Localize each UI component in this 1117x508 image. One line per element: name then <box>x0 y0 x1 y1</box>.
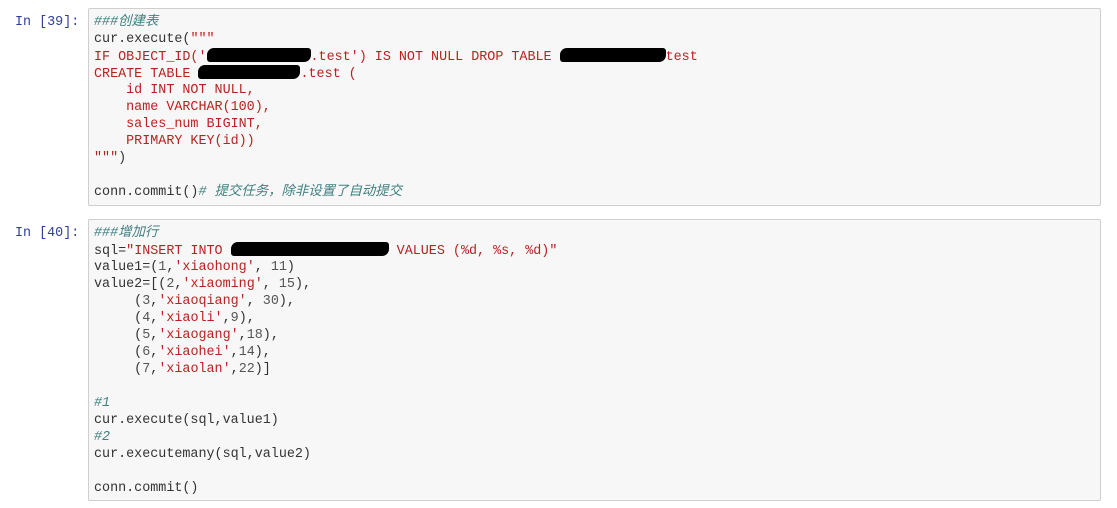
code-token: , <box>230 362 239 377</box>
code-token: ) <box>118 151 127 166</box>
input-prompt: In [39]: <box>15 15 80 30</box>
code-token: ) <box>286 260 295 275</box>
code-token: , <box>238 328 247 343</box>
code-token: ( <box>94 362 143 377</box>
code-token: , <box>222 311 231 326</box>
code-comment: ###增加行 <box>94 226 159 241</box>
code-comment: ###创建表 <box>94 15 159 30</box>
code-string: 'xiaogang' <box>158 328 239 343</box>
code-string: """ <box>94 151 119 166</box>
code-token: , <box>262 277 279 292</box>
code-token: , <box>254 260 271 275</box>
code-string: id INT NOT NULL, <box>94 83 255 98</box>
code-line: """) <box>94 150 1095 167</box>
redaction-mark <box>230 242 389 256</box>
code-string: 'xiaolan' <box>158 362 231 377</box>
code-token: conn.commit() <box>94 185 199 200</box>
code-line: cur.executemany(sql,value2) <box>94 446 1095 463</box>
code-string: test <box>665 50 698 65</box>
code-line: (4,'xiaoli',9), <box>94 310 1095 327</box>
code-token: ), <box>294 277 312 292</box>
code-line: PRIMARY KEY(id)) <box>94 133 1095 150</box>
code-string: name VARCHAR(100), <box>94 100 271 115</box>
code-line: #2 <box>94 429 1095 446</box>
redaction-mark <box>198 65 301 79</box>
redaction-mark <box>559 48 666 62</box>
code-token: 9 <box>230 311 239 326</box>
code-string: CREATE TABLE <box>94 67 199 82</box>
code-string: .test') IS NOT NULL DROP TABLE <box>310 50 560 65</box>
code-string: 'xiaohong' <box>174 260 255 275</box>
code-token: 22 <box>238 362 255 377</box>
code-token: , <box>246 294 263 309</box>
code-string: VALUES (%d, %s, %d)" <box>388 244 558 259</box>
code-line: ###创建表 <box>94 14 1095 31</box>
code-token: value1=( <box>94 260 159 275</box>
code-string: sales_num BIGINT, <box>94 117 263 132</box>
code-line: (6,'xiaohei',14), <box>94 344 1095 361</box>
code-token: conn.commit() <box>94 481 199 496</box>
code-string: 'xiaoli' <box>158 311 223 326</box>
code-string: IF OBJECT_ID(' <box>94 50 207 65</box>
code-token: 15 <box>278 277 295 292</box>
code-token: 14 <box>238 345 255 360</box>
code-line: value2=[(2,'xiaoming', 15), <box>94 276 1095 293</box>
code-comment: #1 <box>94 396 111 411</box>
code-comment: # 提交任务，除非设置了自动提交 <box>198 185 403 200</box>
code-line: ###增加行 <box>94 225 1095 242</box>
code-comment: #2 <box>94 430 111 445</box>
code-token: ( <box>94 311 143 326</box>
code-token: ( <box>94 328 143 343</box>
code-line: id INT NOT NULL, <box>94 82 1095 99</box>
code-token: cur.execute(sql,value1) <box>94 413 279 428</box>
code-token: 30 <box>262 294 279 309</box>
code-token: )] <box>254 362 271 377</box>
code-token: sql= <box>94 244 127 259</box>
code-line: name VARCHAR(100), <box>94 99 1095 116</box>
code-line: #1 <box>94 395 1095 412</box>
code-line: conn.commit()# 提交任务，除非设置了自动提交 <box>94 184 1095 201</box>
code-token: value2=[( <box>94 277 167 292</box>
code-token: cur.executemany(sql,value2) <box>94 447 311 462</box>
code-line: (3,'xiaoqiang', 30), <box>94 293 1095 310</box>
code-token: 11 <box>270 260 287 275</box>
code-string: .test ( <box>300 67 357 82</box>
code-token: ), <box>254 345 271 360</box>
code-token: ), <box>238 311 255 326</box>
code-line: sql="INSERT INTO VALUES (%d, %s, %d)" <box>94 242 1095 259</box>
input-prompt: In [40]: <box>15 226 80 241</box>
code-line: value1=(1,'xiaohong', 11) <box>94 259 1095 276</box>
code-token: 18 <box>246 328 263 343</box>
code-line: cur.execute(sql,value1) <box>94 412 1095 429</box>
code-line: conn.commit() <box>94 480 1095 497</box>
code-string: """ <box>190 32 215 47</box>
code-line: sales_num BIGINT, <box>94 116 1095 133</box>
code-line: CREATE TABLE .test ( <box>94 65 1095 82</box>
code-string: 'xiaoming' <box>182 277 263 292</box>
code-token: ), <box>278 294 295 309</box>
code-editor[interactable]: ###创建表 cur.execute(""" IF OBJECT_ID(' .test… <box>88 8 1101 206</box>
code-line: (7,'xiaolan',22)] <box>94 361 1095 378</box>
code-string: PRIMARY KEY(id)) <box>94 134 255 149</box>
redaction-mark <box>206 48 311 62</box>
code-string: 'xiaohei' <box>158 345 231 360</box>
code-string: "INSERT INTO <box>126 244 231 259</box>
code-editor[interactable]: ###增加行 sql="INSERT INTO VALUES (%d, %s, %… <box>88 219 1101 501</box>
code-string: 'xiaoqiang' <box>158 294 247 309</box>
code-token: ( <box>94 294 143 309</box>
code-line: cur.execute(""" <box>94 31 1095 48</box>
code-line: IF OBJECT_ID(' .test') IS NOT NULL DROP T… <box>94 48 1095 65</box>
code-token: ( <box>94 345 143 360</box>
code-line: (5,'xiaogang',18), <box>94 327 1095 344</box>
code-token: , <box>230 345 239 360</box>
code-token: cur.execute( <box>94 32 191 47</box>
code-token: ), <box>262 328 279 343</box>
